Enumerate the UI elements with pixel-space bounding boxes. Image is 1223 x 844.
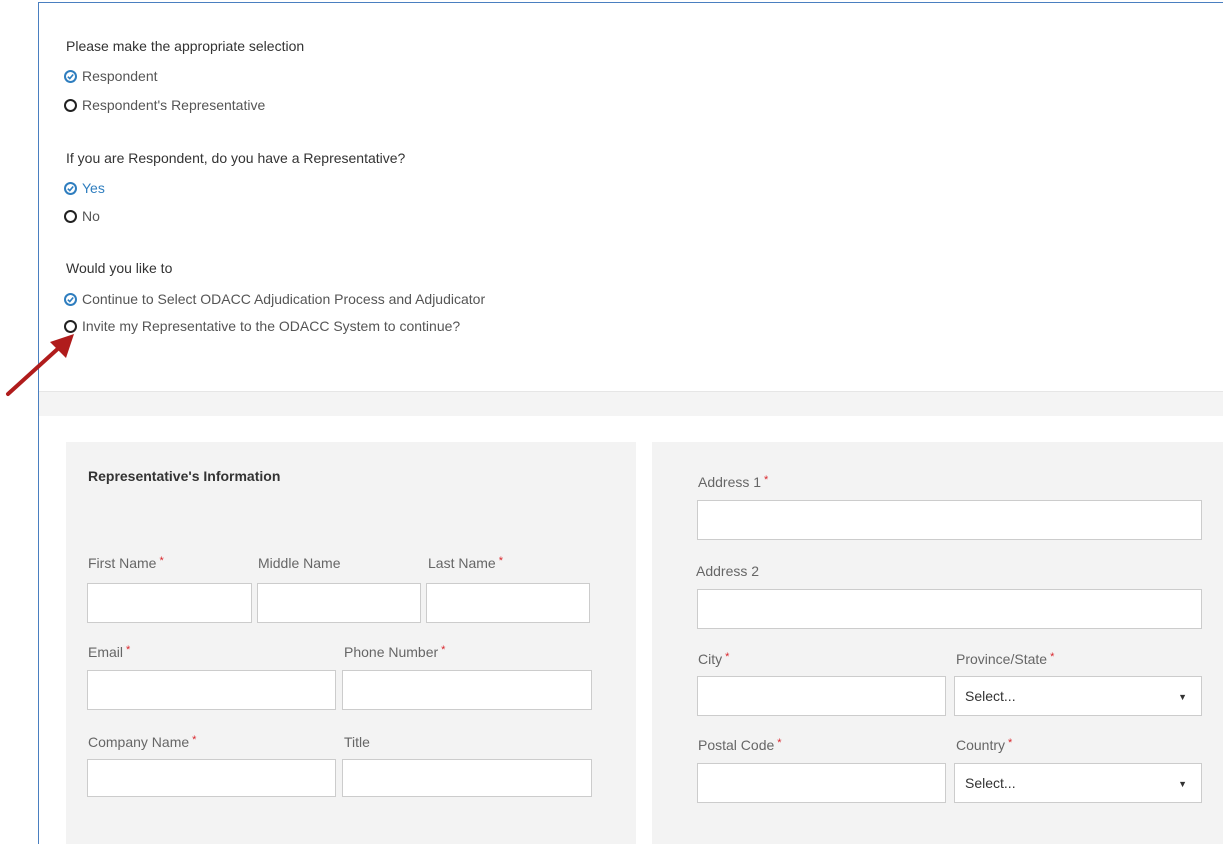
title-input[interactable] xyxy=(342,759,592,797)
company-name-input[interactable] xyxy=(87,759,336,797)
radio-continue-adjudication[interactable]: Continue to Select ODACC Adjudication Pr… xyxy=(64,291,485,307)
representative-info-title: Representative's Information xyxy=(88,468,281,484)
radio-label: Invite my Representative to the ODACC Sy… xyxy=(82,318,461,334)
select-value: Select... xyxy=(965,775,1016,791)
address1-input[interactable] xyxy=(697,500,1202,540)
province-state-label: Province/State * xyxy=(956,651,1055,667)
middle-name-input[interactable] xyxy=(257,583,421,623)
question-selection-prompt: Please make the appropriate selection xyxy=(66,38,305,54)
checked-radio-icon xyxy=(64,69,77,83)
address1-label: Address 1 * xyxy=(698,474,769,490)
radio-respondent[interactable]: Respondent xyxy=(64,68,158,84)
question-representative-prompt: If you are Respondent, do you have a Rep… xyxy=(66,150,406,166)
select-value: Select... xyxy=(965,688,1016,704)
city-label: City * xyxy=(698,651,730,667)
middle-name-label: Middle Name xyxy=(258,555,341,571)
postal-code-input[interactable] xyxy=(697,763,946,803)
country-label: Country * xyxy=(956,737,1013,753)
caret-down-icon: ▼ xyxy=(1178,779,1187,789)
unchecked-radio-icon xyxy=(64,209,77,223)
first-name-label: First Name * xyxy=(88,555,164,571)
checked-radio-icon xyxy=(64,292,77,306)
unchecked-radio-icon xyxy=(64,98,77,112)
postal-code-label: Postal Code * xyxy=(698,737,782,753)
country-select[interactable]: Select... ▼ xyxy=(954,763,1202,803)
email-input[interactable] xyxy=(87,670,336,710)
radio-label: Yes xyxy=(82,180,105,196)
radio-no[interactable]: No xyxy=(64,208,100,224)
last-name-input[interactable] xyxy=(426,583,590,623)
address2-label: Address 2 xyxy=(696,563,760,579)
radio-respondents-representative[interactable]: Respondent's Representative xyxy=(64,97,265,113)
checked-radio-icon xyxy=(64,181,77,195)
radio-label: Continue to Select ODACC Adjudication Pr… xyxy=(82,291,486,307)
phone-number-input[interactable] xyxy=(342,670,592,710)
city-input[interactable] xyxy=(697,676,946,716)
first-name-input[interactable] xyxy=(87,583,252,623)
radio-invite-representative[interactable]: Invite my Representative to the ODACC Sy… xyxy=(64,318,460,334)
caret-down-icon: ▼ xyxy=(1178,692,1187,702)
radio-yes[interactable]: Yes xyxy=(64,180,105,196)
title-label: Title xyxy=(344,734,370,750)
question-next-step-prompt: Would you like to xyxy=(66,260,173,276)
radio-label: No xyxy=(82,208,100,224)
address2-input[interactable] xyxy=(697,589,1202,629)
annotation-arrow-icon xyxy=(6,334,74,396)
phone-number-label: Phone Number * xyxy=(344,644,446,660)
email-label: Email * xyxy=(88,644,131,660)
province-state-select[interactable]: Select... ▼ xyxy=(954,676,1202,716)
section-divider xyxy=(39,391,1223,416)
radio-label: Respondent's Representative xyxy=(82,97,266,113)
company-name-label: Company Name * xyxy=(88,734,197,750)
radio-label: Respondent xyxy=(82,68,158,84)
last-name-label: Last Name * xyxy=(428,555,503,571)
